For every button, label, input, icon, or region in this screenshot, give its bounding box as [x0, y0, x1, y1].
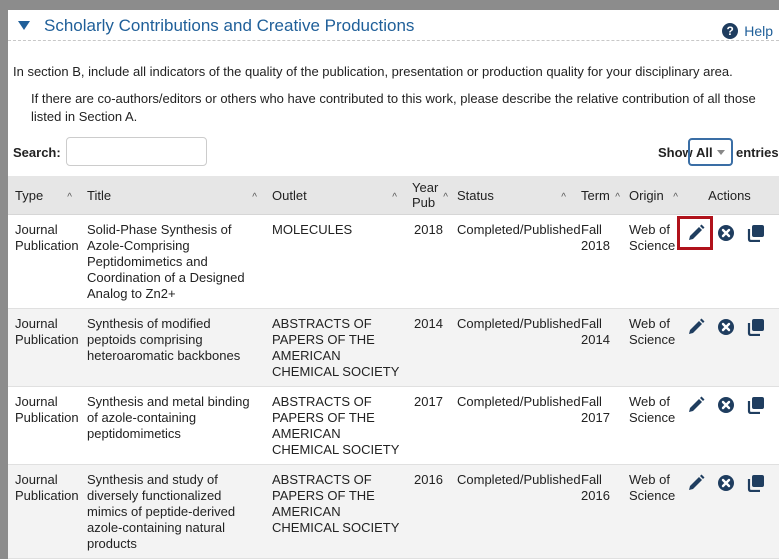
cell-term: Fall 2017: [574, 386, 622, 465]
sort-asc-icon: ^: [673, 192, 678, 203]
cell-year: 2018: [405, 214, 450, 309]
col-outlet-header[interactable]: Outlet ^: [265, 176, 405, 215]
cell-term: Fall 2014: [574, 308, 622, 387]
cell-title: Solid-Phase Synthesis of Azole-Comprisin…: [80, 214, 265, 309]
pencil-icon[interactable]: [677, 216, 713, 250]
intro-text: In section B, include all indicators of …: [13, 64, 733, 79]
col-title-header[interactable]: Title ^: [80, 176, 265, 215]
cell-type: Journal Publication: [8, 308, 80, 387]
table-body: Journal Publication Solid-Phase Synthesi…: [8, 214, 779, 559]
cell-status: Completed/Published: [450, 386, 581, 465]
coauthor-note: If there are co-authors/editors or other…: [31, 91, 756, 124]
col-term-header[interactable]: Term ^: [574, 176, 622, 215]
table-row: Journal Publication Synthesis and study …: [8, 464, 779, 559]
cell-actions: [677, 214, 779, 309]
chevron-down-icon: [717, 150, 725, 155]
cell-term: Fall 2016: [574, 464, 622, 559]
question-circle-icon: ?: [722, 23, 739, 39]
cell-year: 2017: [405, 386, 450, 465]
cell-origin: Web of Science: [622, 386, 680, 465]
sort-asc-icon: ^: [252, 192, 257, 203]
search-label: Search:: [13, 145, 61, 160]
cell-term: Fall 2018: [574, 214, 622, 309]
cell-outlet: ABSTRACTS OF PAPERS OF THE AMERICAN CHEM…: [265, 464, 405, 559]
cell-title: Synthesis of modified peptoids comprisin…: [80, 308, 265, 387]
remove-circle-icon[interactable]: [717, 474, 735, 492]
cell-actions: [680, 308, 779, 387]
sort-asc-icon: ^: [67, 192, 72, 203]
help-link[interactable]: ? Help: [722, 23, 773, 39]
cell-actions: [680, 386, 779, 465]
cell-origin: Web of Science: [622, 214, 680, 309]
col-status-header[interactable]: Status ^: [450, 176, 574, 215]
cell-actions: [680, 464, 779, 559]
table-row: Journal Publication Synthesis and metal …: [8, 386, 779, 465]
cell-title: Synthesis and study of diversely functio…: [80, 464, 265, 559]
section-header[interactable]: Scholarly Contributions and Creative Pro…: [8, 10, 779, 41]
collapse-caret-icon[interactable]: [18, 21, 30, 30]
scholarly-section-panel: Scholarly Contributions and Creative Pro…: [8, 10, 779, 559]
cell-status: Completed/Published: [450, 214, 581, 309]
cell-type: Journal Publication: [8, 464, 80, 559]
copy-icon[interactable]: [747, 224, 765, 242]
cell-status: Completed/Published: [450, 464, 581, 559]
entries-select-value: All: [696, 144, 713, 160]
table-row: Journal Publication Solid-Phase Synthesi…: [8, 214, 779, 309]
entries-label: entries: [736, 145, 779, 160]
cell-type: Journal Publication: [8, 386, 80, 465]
sort-asc-icon: ^: [561, 192, 566, 203]
entries-select[interactable]: All: [688, 138, 733, 166]
cell-outlet: ABSTRACTS OF PAPERS OF THE AMERICAN CHEM…: [265, 386, 405, 465]
remove-circle-icon[interactable]: [717, 318, 735, 336]
section-title[interactable]: Scholarly Contributions and Creative Pro…: [44, 16, 414, 36]
cell-year: 2016: [405, 464, 450, 559]
col-origin-header[interactable]: Origin ^: [622, 176, 680, 215]
copy-icon[interactable]: [747, 318, 765, 336]
remove-circle-icon[interactable]: [717, 396, 735, 414]
contributions-table: Type ^ Title ^ Outlet ^ Year Pub ^ Status ^ T…: [8, 176, 779, 559]
cell-outlet: MOLECULES: [265, 214, 405, 309]
table-header-row: Type ^ Title ^ Outlet ^ Year Pub ^ Status ^ T…: [8, 176, 779, 215]
pencil-icon[interactable]: [687, 474, 705, 492]
copy-icon[interactable]: [747, 396, 765, 414]
pencil-icon[interactable]: [687, 396, 705, 414]
col-type-header[interactable]: Type ^: [8, 176, 80, 215]
remove-circle-icon[interactable]: [717, 224, 735, 242]
cell-year: 2014: [405, 308, 450, 387]
table-row: Journal Publication Synthesis of modifie…: [8, 308, 779, 387]
cell-origin: Web of Science: [622, 464, 680, 559]
search-input[interactable]: [66, 137, 207, 166]
pencil-icon[interactable]: [687, 318, 705, 336]
cell-status: Completed/Published: [450, 308, 581, 387]
sort-asc-icon: ^: [443, 192, 448, 203]
col-actions-header: Actions: [680, 176, 779, 215]
sort-asc-icon: ^: [615, 192, 620, 203]
sort-asc-icon: ^: [392, 192, 397, 203]
col-year-header[interactable]: Year Pub ^: [405, 176, 450, 215]
cell-type: Journal Publication: [8, 214, 80, 309]
cell-origin: Web of Science: [622, 308, 680, 387]
copy-icon[interactable]: [747, 474, 765, 492]
cell-outlet: ABSTRACTS OF PAPERS OF THE AMERICAN CHEM…: [265, 308, 405, 387]
cell-title: Synthesis and metal binding of azole-con…: [80, 386, 265, 465]
help-label: Help: [744, 23, 773, 39]
